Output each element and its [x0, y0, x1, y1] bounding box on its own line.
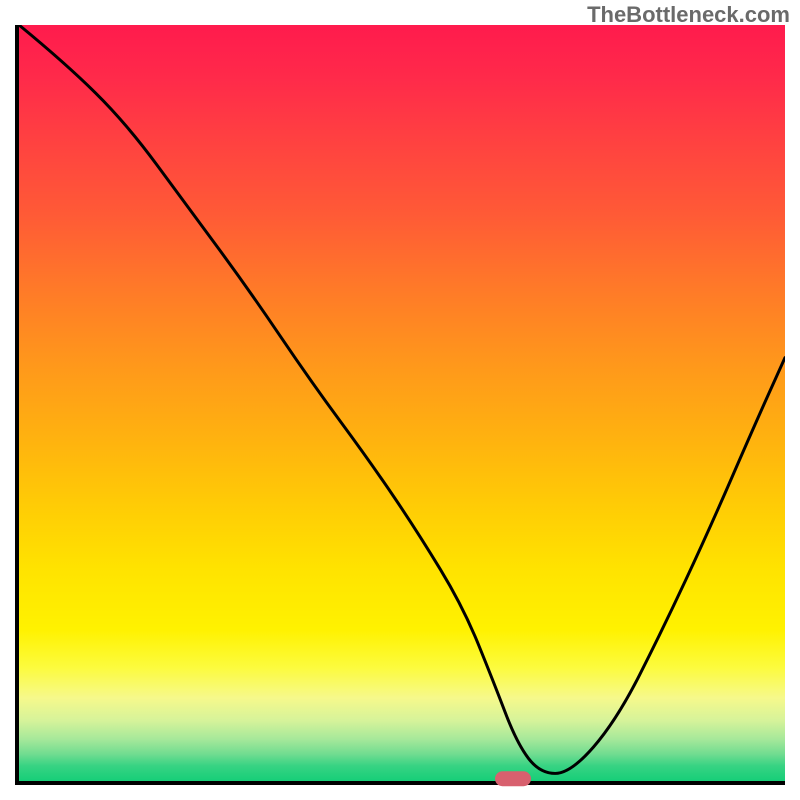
plot-frame	[15, 25, 785, 785]
optimal-marker	[495, 771, 531, 786]
watermark-text: TheBottleneck.com	[587, 2, 790, 28]
curve-layer	[19, 25, 785, 781]
bottleneck-curve	[19, 25, 785, 773]
